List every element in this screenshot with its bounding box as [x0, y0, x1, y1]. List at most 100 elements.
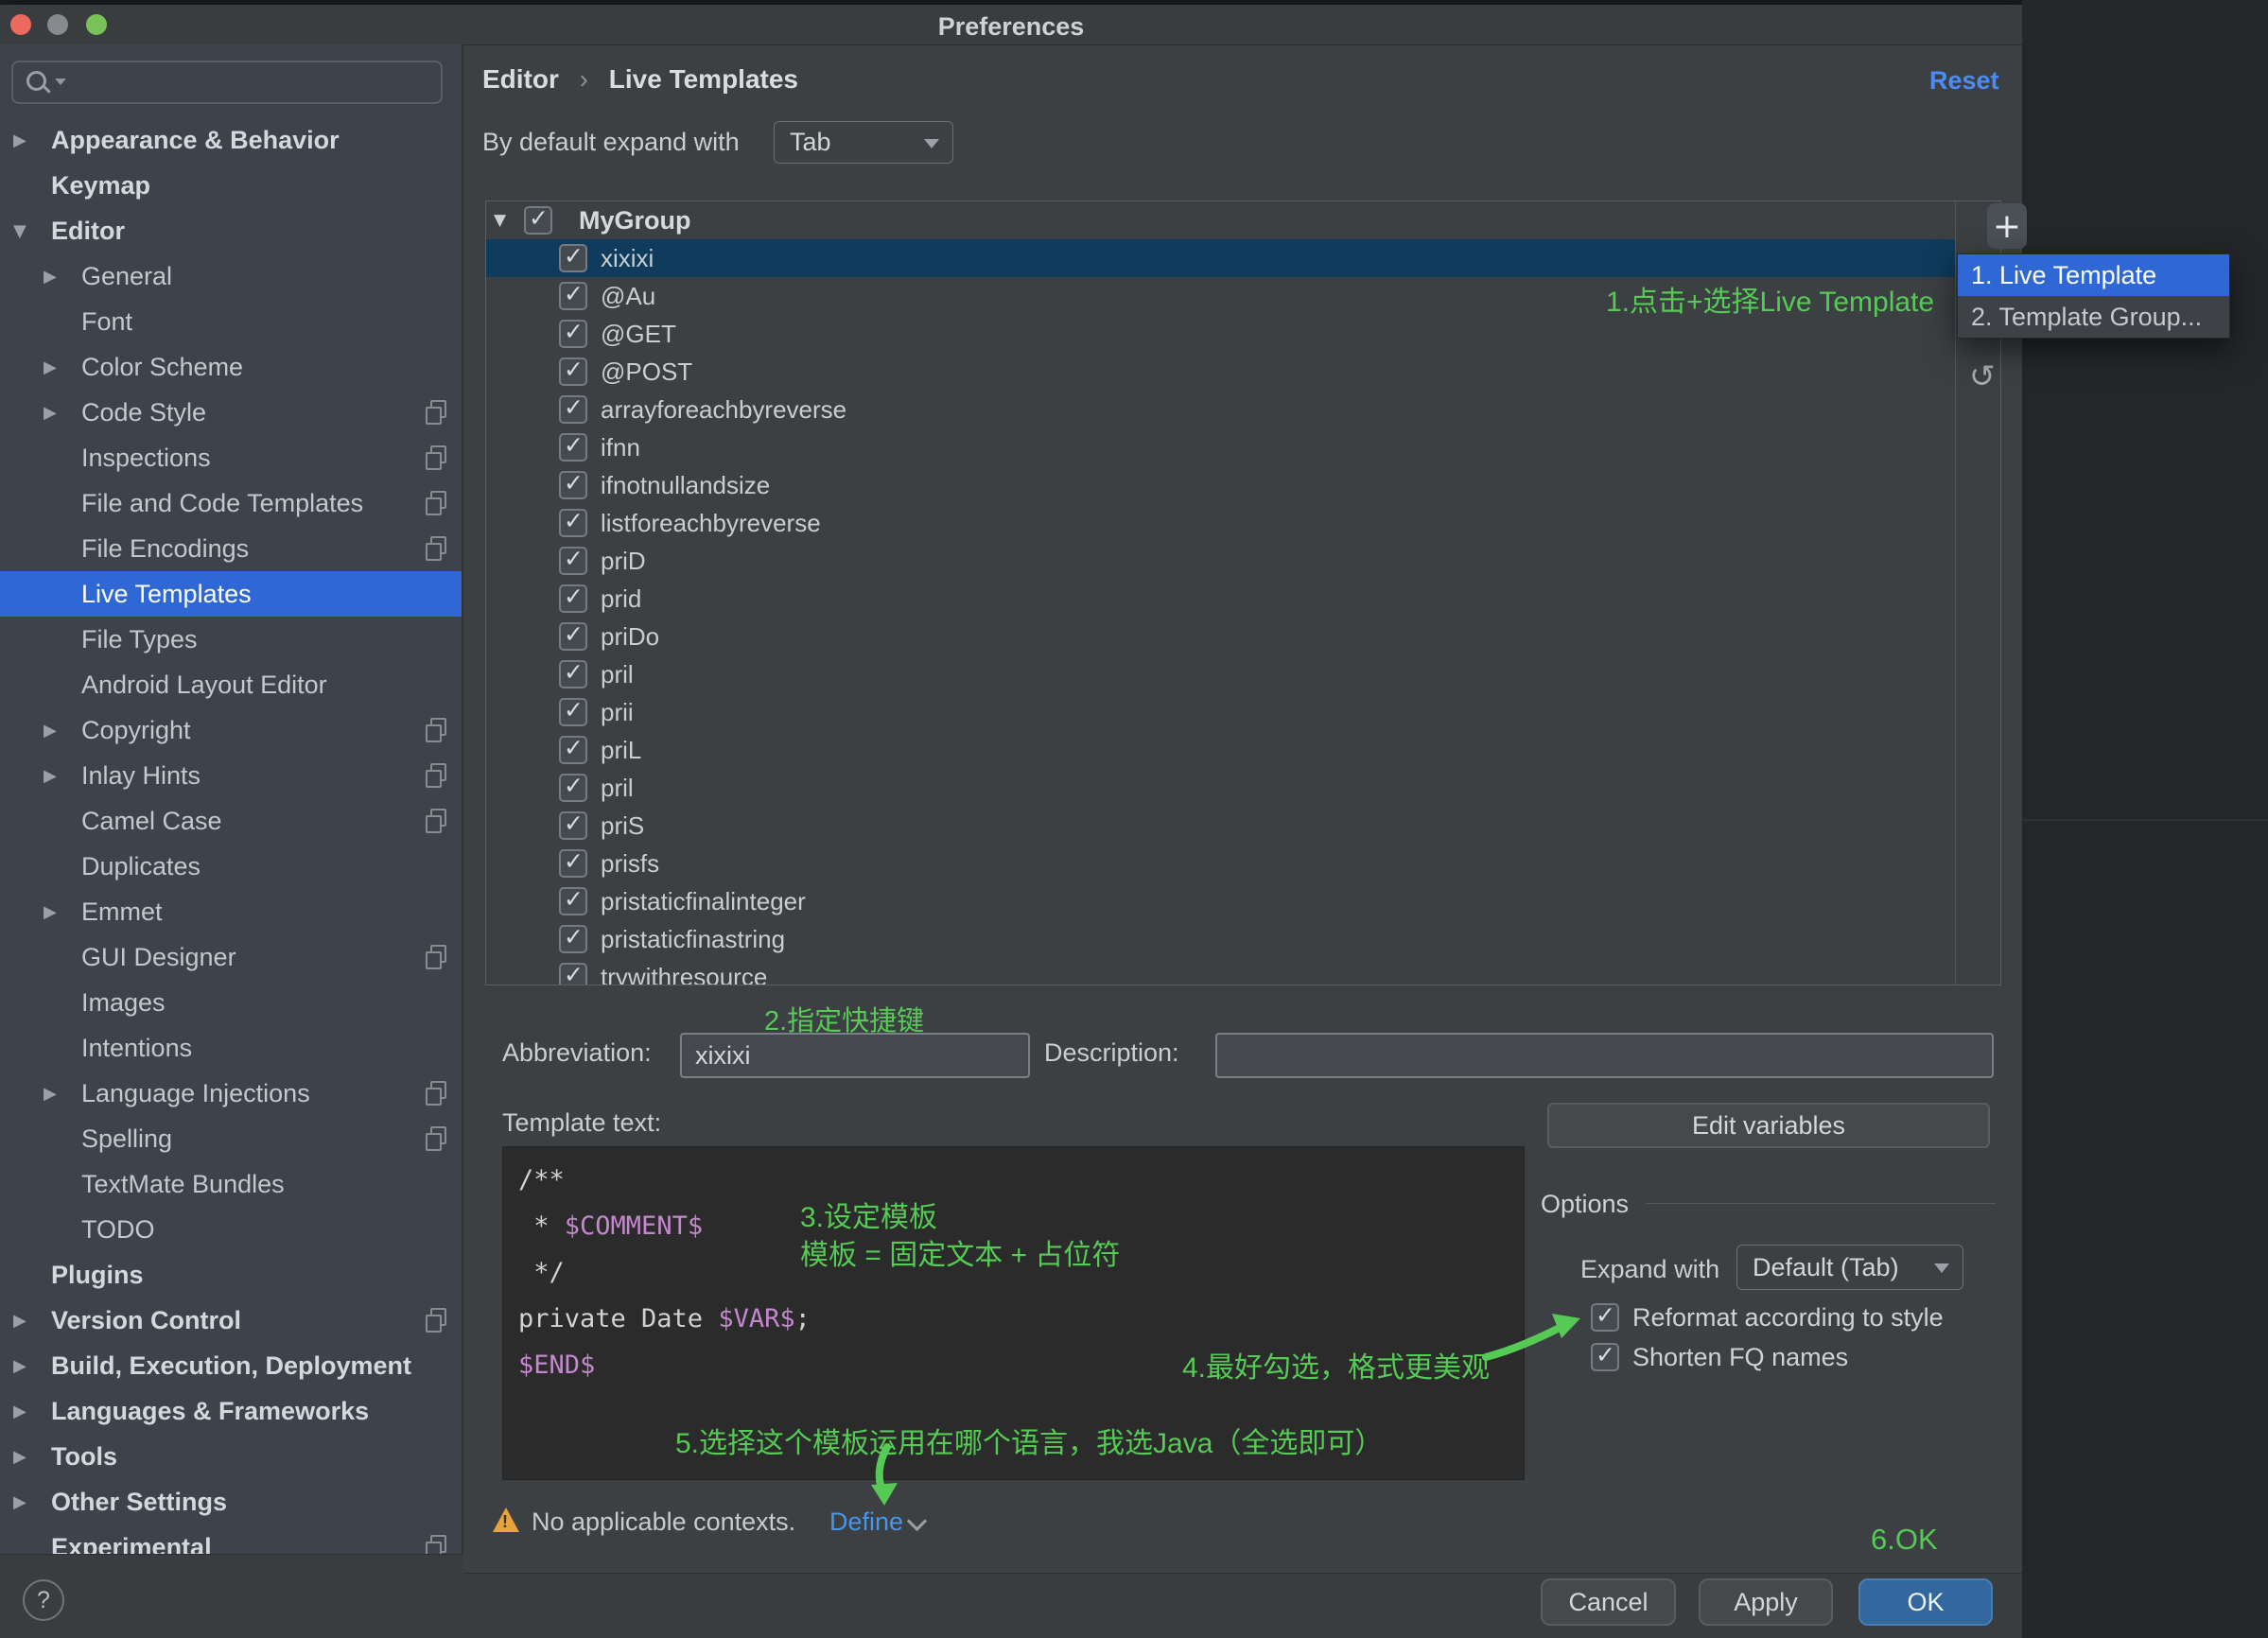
sidebar-item-copyright[interactable]: ▶Copyright: [0, 707, 462, 753]
item-checkbox[interactable]: [559, 320, 587, 348]
template-item-post[interactable]: @POST: [486, 353, 1956, 391]
sidebar-item-spelling[interactable]: Spelling: [0, 1116, 462, 1161]
breadcrumb-editor[interactable]: Editor: [482, 64, 559, 94]
revert-icon[interactable]: ↺: [1969, 357, 1996, 394]
sidebar-item-version-control[interactable]: ▶Version Control: [0, 1298, 462, 1343]
template-item-prido[interactable]: priDo: [486, 618, 1956, 655]
expand-arrow-icon[interactable]: ▶: [44, 1084, 81, 1104]
expand-arrow-icon[interactable]: ▶: [44, 902, 81, 922]
expand-arrow-icon[interactable]: ▶: [13, 1402, 51, 1421]
collapse-arrow-icon[interactable]: ▼: [13, 221, 51, 241]
sidebar-item-images[interactable]: Images: [0, 980, 462, 1025]
reset-link[interactable]: Reset: [1929, 66, 2005, 96]
expand-arrow-icon[interactable]: ▶: [13, 131, 51, 150]
expand-arrow-icon[interactable]: ▶: [44, 721, 81, 741]
item-checkbox[interactable]: [559, 282, 587, 310]
item-checkbox[interactable]: [559, 774, 587, 802]
template-item-get[interactable]: @GET: [486, 315, 1956, 353]
sidebar-item-color-scheme[interactable]: ▶Color Scheme: [0, 344, 462, 390]
item-checkbox[interactable]: [559, 433, 587, 462]
option-reformat-according-to-style[interactable]: Reformat according to style: [1591, 1302, 1944, 1333]
sidebar-item-duplicates[interactable]: Duplicates: [0, 844, 462, 889]
group-checkbox[interactable]: [524, 206, 552, 235]
sidebar-item-keymap[interactable]: Keymap: [0, 163, 462, 208]
template-group-row[interactable]: ▼ MyGroup: [486, 201, 1956, 239]
sidebar-item-experimental[interactable]: Experimental: [0, 1525, 462, 1554]
sidebar-item-textmate-bundles[interactable]: TextMate Bundles: [0, 1161, 462, 1207]
template-item-pril[interactable]: pril: [486, 655, 1956, 693]
item-checkbox[interactable]: [559, 660, 587, 688]
expand-arrow-icon[interactable]: ▶: [13, 1311, 51, 1331]
expand-arrow-icon[interactable]: ▶: [44, 267, 81, 287]
item-checkbox[interactable]: [559, 736, 587, 764]
item-checkbox[interactable]: [559, 963, 587, 985]
template-item-trywithresource[interactable]: trywithresource: [486, 958, 1956, 985]
item-checkbox[interactable]: [559, 887, 587, 915]
sidebar-item-inlay-hints[interactable]: ▶Inlay Hints: [0, 753, 462, 798]
collapse-arrow-icon[interactable]: ▼: [494, 211, 524, 230]
item-checkbox[interactable]: [559, 584, 587, 613]
template-item-pril[interactable]: priL: [486, 731, 1956, 769]
sidebar-item-plugins[interactable]: Plugins: [0, 1252, 462, 1298]
popup-item-2-template-group[interactable]: 2. Template Group...: [1958, 296, 2229, 338]
expand-arrow-icon[interactable]: ▶: [44, 766, 81, 786]
item-checkbox[interactable]: [559, 622, 587, 651]
template-item-pril[interactable]: pril: [486, 769, 1956, 807]
sidebar-item-intentions[interactable]: Intentions: [0, 1025, 462, 1071]
sidebar-item-editor[interactable]: ▼Editor: [0, 208, 462, 253]
template-item-prisfs[interactable]: prisfs: [486, 845, 1956, 882]
expand-arrow-icon[interactable]: ▶: [13, 1447, 51, 1467]
sidebar-item-todo[interactable]: TODO: [0, 1207, 462, 1252]
template-item-prid[interactable]: priD: [486, 542, 1956, 580]
template-item-pristaticfinalinteger[interactable]: pristaticfinalinteger: [486, 882, 1956, 920]
sidebar-item-emmet[interactable]: ▶Emmet: [0, 889, 462, 934]
template-item-pris[interactable]: priS: [486, 807, 1956, 845]
expand-arrow-icon[interactable]: ▶: [13, 1356, 51, 1376]
sidebar-item-live-templates[interactable]: Live Templates: [0, 571, 462, 617]
option-shorten-fq-names[interactable]: Shorten FQ names: [1591, 1342, 1848, 1372]
expand-arrow-icon[interactable]: ▶: [13, 1492, 51, 1512]
popup-item-1-live-template[interactable]: 1. Live Template: [1958, 254, 2229, 296]
sidebar-item-file-encodings[interactable]: File Encodings: [0, 526, 462, 571]
template-item-ifnotnullandsize[interactable]: ifnotnullandsize: [486, 466, 1956, 504]
apply-button[interactable]: Apply: [1699, 1578, 1833, 1626]
item-checkbox[interactable]: [559, 471, 587, 499]
default-expand-dropdown[interactable]: Tab: [774, 121, 953, 164]
sidebar-item-font[interactable]: Font: [0, 299, 462, 344]
option-checkbox[interactable]: [1591, 1343, 1619, 1371]
item-checkbox[interactable]: [559, 925, 587, 953]
description-input[interactable]: [1215, 1033, 1994, 1078]
template-item-ifnn[interactable]: ifnn: [486, 428, 1956, 466]
sidebar-item-file-types[interactable]: File Types: [0, 617, 462, 662]
ok-button[interactable]: OK: [1858, 1578, 1993, 1626]
template-item-xixixi[interactable]: xixixi: [486, 239, 1956, 277]
template-item-listforeachbyreverse[interactable]: listforeachbyreverse: [486, 504, 1956, 542]
expand-arrow-icon[interactable]: ▶: [44, 403, 81, 423]
sidebar-item-build-execution-deployment[interactable]: ▶Build, Execution, Deployment: [0, 1343, 462, 1388]
expand-with-dropdown[interactable]: Default (Tab): [1736, 1245, 1963, 1290]
sidebar-item-languages-frameworks[interactable]: ▶Languages & Frameworks: [0, 1388, 462, 1434]
search-input[interactable]: [72, 64, 426, 98]
sidebar-item-camel-case[interactable]: Camel Case: [0, 798, 462, 844]
item-checkbox[interactable]: [559, 547, 587, 575]
settings-search-box[interactable]: [11, 61, 443, 104]
sidebar-item-android-layout-editor[interactable]: Android Layout Editor: [0, 662, 462, 707]
sidebar-item-tools[interactable]: ▶Tools: [0, 1434, 462, 1479]
item-checkbox[interactable]: [559, 357, 587, 386]
sidebar-item-other-settings[interactable]: ▶Other Settings: [0, 1479, 462, 1525]
search-filter-caret-icon[interactable]: [55, 78, 66, 85]
help-button[interactable]: ?: [23, 1579, 64, 1621]
item-checkbox[interactable]: [559, 811, 587, 840]
item-checkbox[interactable]: [559, 244, 587, 272]
sidebar-item-gui-designer[interactable]: GUI Designer: [0, 934, 462, 980]
expand-arrow-icon[interactable]: ▶: [44, 357, 81, 377]
abbreviation-input[interactable]: [680, 1033, 1030, 1078]
template-item-prii[interactable]: prii: [486, 693, 1956, 731]
item-checkbox[interactable]: [559, 509, 587, 537]
template-item-pristaticfinastring[interactable]: pristaticfinastring: [486, 920, 1956, 958]
item-checkbox[interactable]: [559, 698, 587, 726]
template-item-arrayforeachbyreverse[interactable]: arrayforeachbyreverse: [486, 391, 1956, 428]
sidebar-item-language-injections[interactable]: ▶Language Injections: [0, 1071, 462, 1116]
sidebar-item-appearance-behavior[interactable]: ▶Appearance & Behavior: [0, 117, 462, 163]
template-item-prid[interactable]: prid: [486, 580, 1956, 618]
